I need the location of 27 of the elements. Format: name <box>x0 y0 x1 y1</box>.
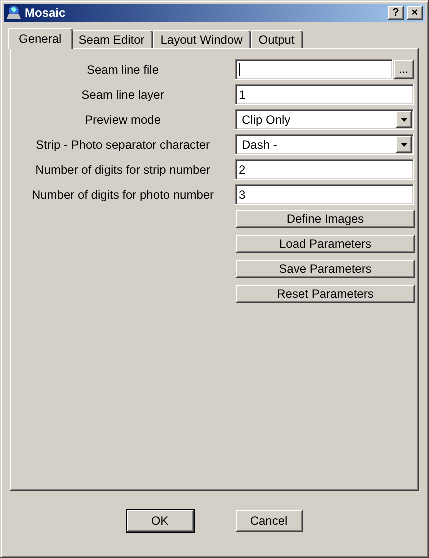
dropdown[interactable]: Dash - <box>235 134 414 155</box>
browse-button[interactable]: ... <box>394 60 414 79</box>
tab[interactable]: Layout Window <box>152 30 251 48</box>
tab[interactable]: Seam Editor <box>70 30 153 48</box>
action-button[interactable]: Save Parameters <box>236 260 415 278</box>
field-label: Seam line file <box>86 62 160 76</box>
tab[interactable]: Output <box>250 30 303 48</box>
dropdown[interactable]: Clip Only <box>235 109 414 130</box>
close-button[interactable]: × <box>407 6 423 20</box>
field-label: Number of digits for strip number <box>36 162 210 176</box>
ok-button[interactable]: OK <box>126 510 194 532</box>
input-field[interactable]: 2 <box>235 159 414 180</box>
field-label: Number of digits for photo number <box>32 188 214 202</box>
input-field[interactable]: 3 <box>235 184 414 205</box>
file-path-field[interactable] <box>235 59 393 80</box>
field-label: Seam line layer <box>82 88 164 102</box>
window-title: Mosaic <box>25 6 67 20</box>
field-label: Strip - Photo separator character <box>36 138 210 152</box>
action-button[interactable]: Define Images <box>236 210 415 228</box>
input-field[interactable]: 1 <box>235 84 414 105</box>
help-button[interactable]: ? <box>388 6 404 20</box>
field-label: Preview mode <box>84 112 162 126</box>
action-button[interactable]: Load Parameters <box>236 235 415 253</box>
app-icon <box>6 5 22 21</box>
tab[interactable]: General <box>8 28 73 49</box>
action-button[interactable]: Reset Parameters <box>236 285 415 303</box>
cancel-button[interactable]: Cancel <box>236 510 302 532</box>
